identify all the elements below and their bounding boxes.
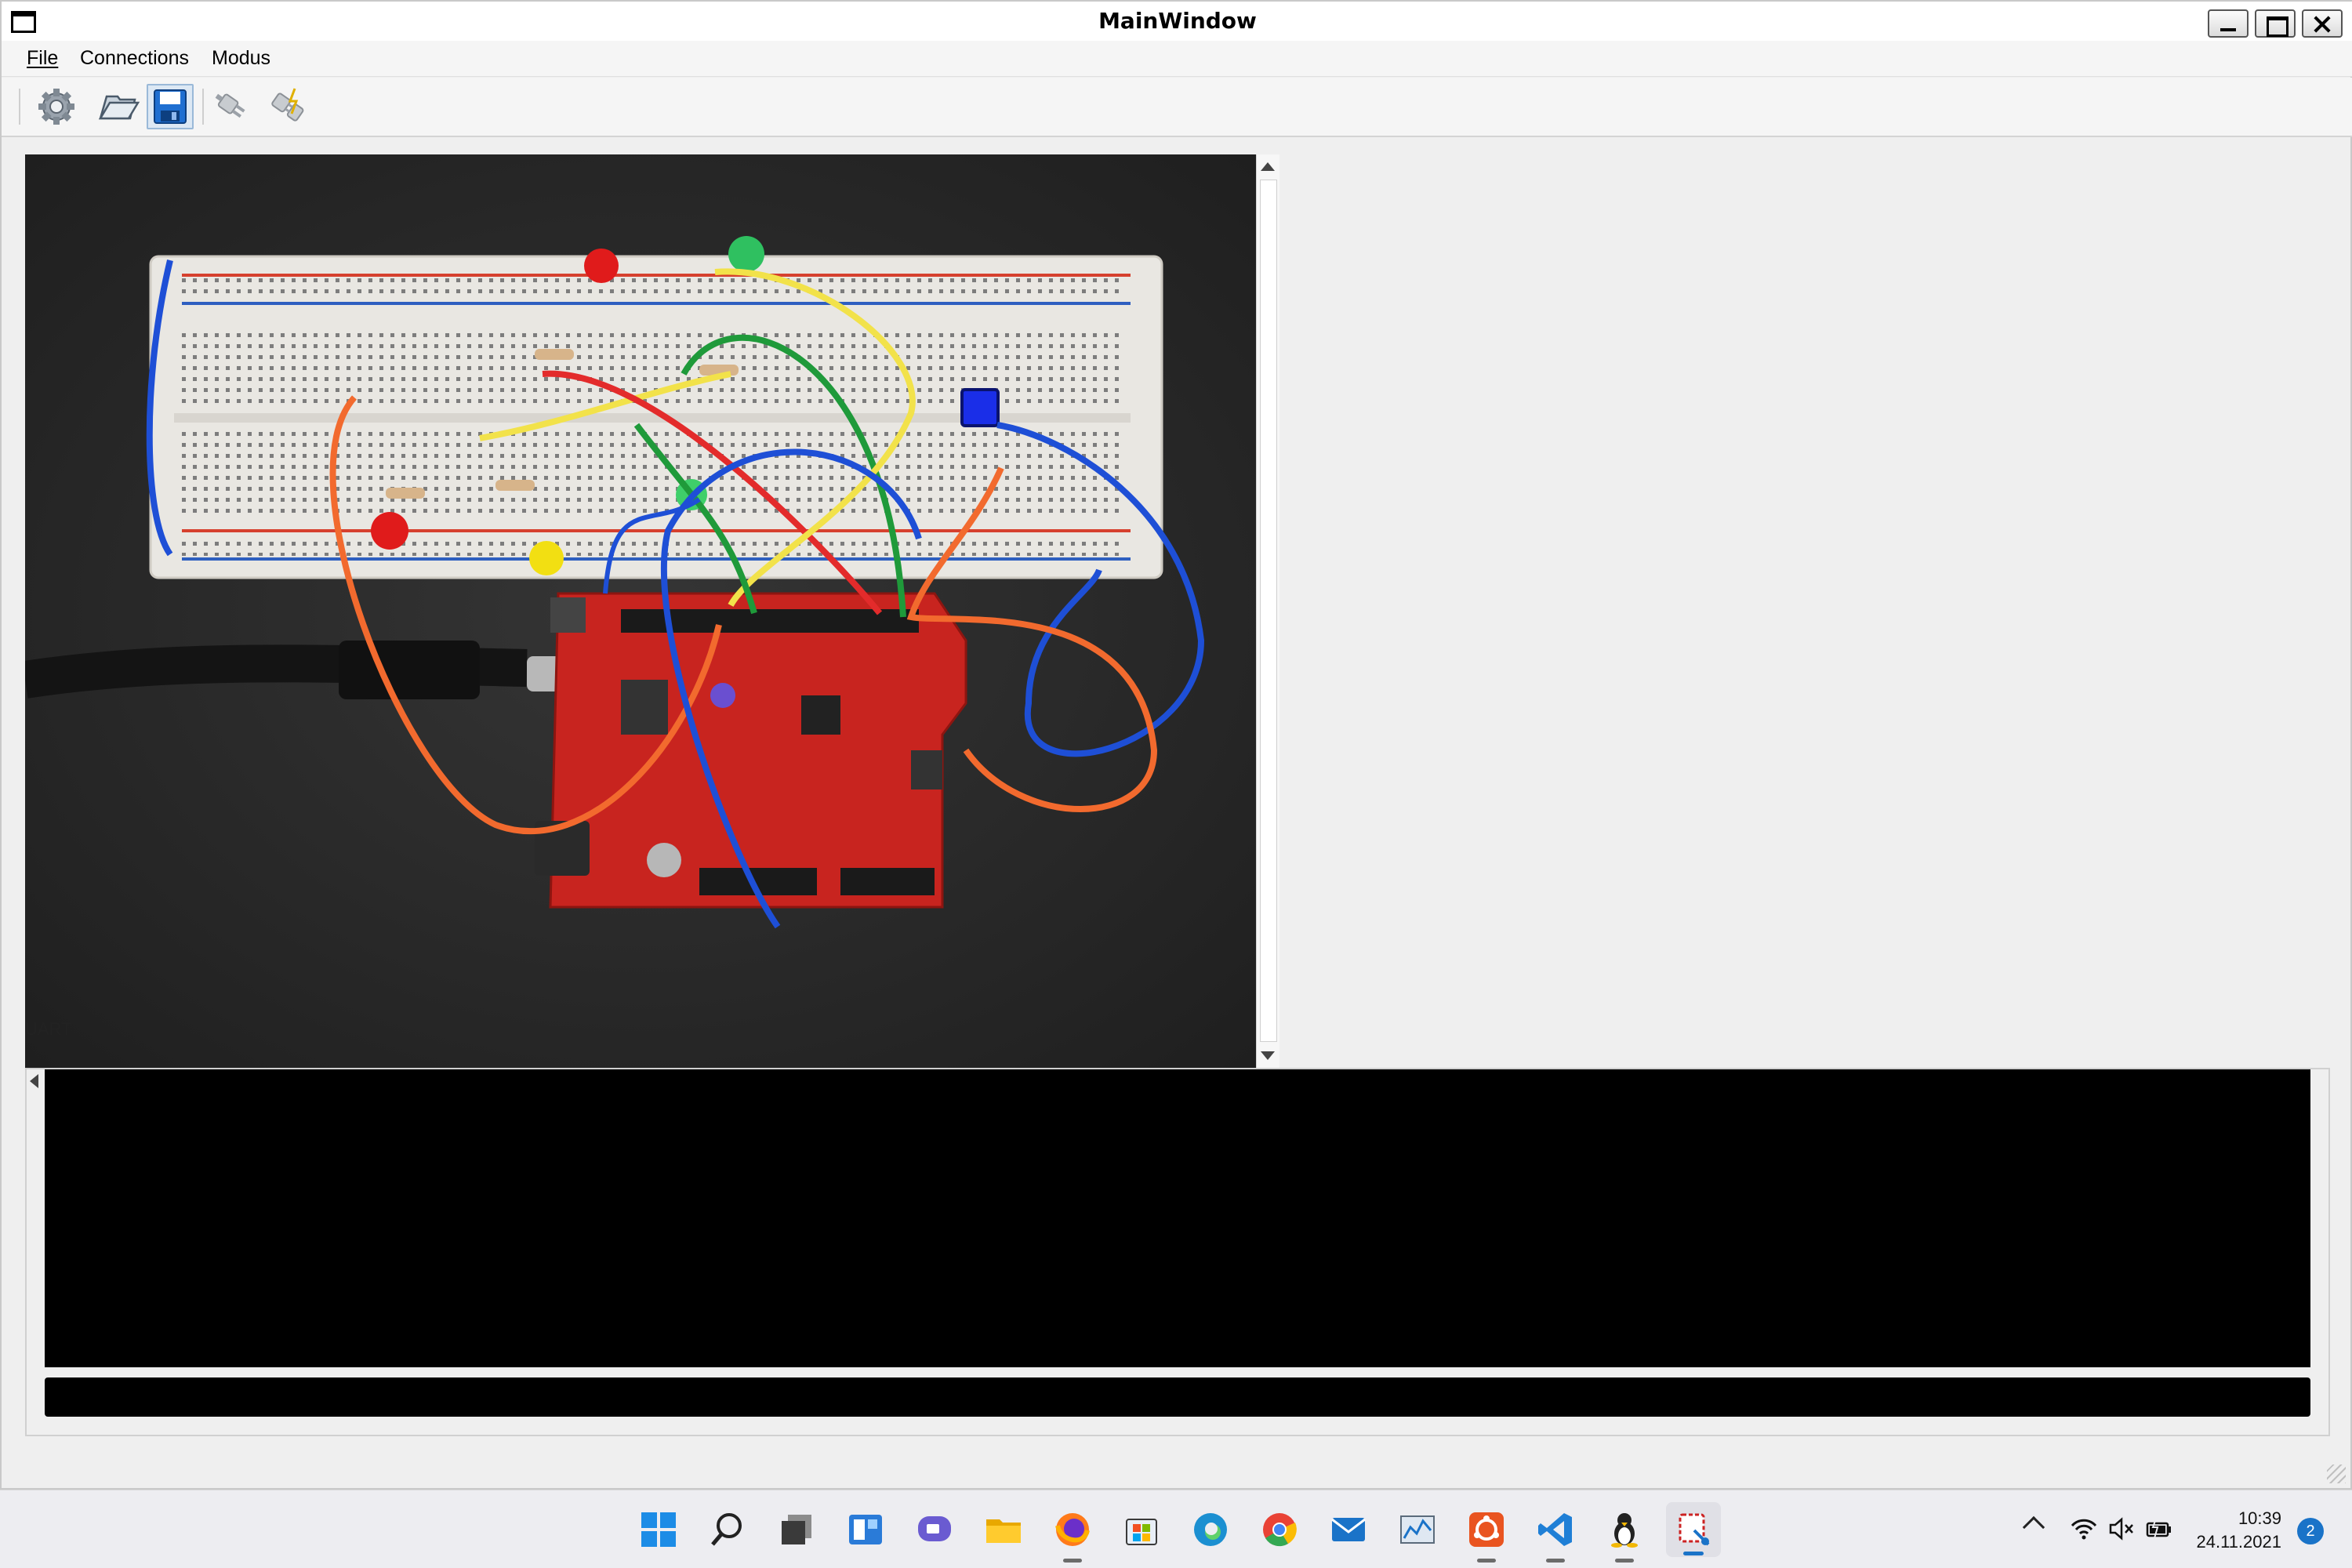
notification-badge[interactable]: 2 — [2297, 1518, 2324, 1544]
window-title: MainWindow — [1098, 8, 1257, 34]
minimize-button[interactable] — [2208, 9, 2249, 38]
uart-label: UART — [25, 1019, 72, 1039]
ubuntu-icon[interactable] — [1465, 1508, 1508, 1563]
teams-chat-icon[interactable] — [913, 1508, 956, 1552]
clock-time[interactable]: 10:39 — [2195, 1508, 2281, 1529]
title-bar[interactable]: MainWindow — [2, 2, 2352, 41]
file-explorer-icon[interactable] — [982, 1508, 1025, 1552]
resource-monitor-icon[interactable] — [1396, 1508, 1439, 1552]
start-icon[interactable] — [637, 1508, 681, 1552]
breadboard-photo — [25, 154, 1256, 1068]
widgets-icon[interactable] — [844, 1508, 887, 1552]
save-floppy-icon[interactable] — [147, 84, 194, 129]
open-folder-icon[interactable] — [94, 84, 141, 129]
scroll-left-arrow-icon[interactable] — [30, 1074, 38, 1088]
connect-plug-icon[interactable] — [209, 84, 256, 129]
toolbar-grip — [19, 89, 20, 125]
close-button[interactable] — [2302, 9, 2343, 38]
uart-output-console[interactable] — [45, 1069, 2310, 1367]
chrome-icon[interactable] — [1258, 1508, 1301, 1552]
menu-connections[interactable]: Connections — [80, 47, 189, 70]
snipping-tool-icon[interactable] — [1666, 1502, 1721, 1557]
mail-icon[interactable] — [1327, 1508, 1370, 1552]
disconnect-plug-icon[interactable] — [263, 84, 310, 129]
edge-icon[interactable] — [1189, 1508, 1232, 1552]
scroll-thumb[interactable] — [1260, 180, 1277, 1042]
task-view-icon[interactable] — [775, 1508, 818, 1552]
menu-modus[interactable]: Modus — [212, 47, 270, 70]
main-window: MainWindow File Connections Modus UART — [0, 0, 2352, 1490]
vscode-icon[interactable] — [1534, 1508, 1577, 1563]
store-icon[interactable] — [1120, 1508, 1163, 1552]
toolbar-separator — [202, 89, 204, 125]
image-vertical-scrollbar[interactable] — [1256, 154, 1279, 1068]
linux-tux-icon[interactable] — [1602, 1508, 1646, 1563]
volume-muted-icon[interactable] — [2107, 1516, 2136, 1541]
resize-grip[interactable] — [2327, 1465, 2346, 1483]
search-icon[interactable] — [706, 1508, 750, 1552]
scroll-down-arrow-icon[interactable] — [1261, 1051, 1275, 1060]
maximize-button[interactable] — [2255, 9, 2296, 38]
menu-file[interactable]: File — [27, 47, 58, 70]
battery-charging-icon[interactable] — [2145, 1516, 2173, 1541]
scroll-up-arrow-icon[interactable] — [1261, 162, 1275, 171]
toolbar — [2, 78, 2352, 137]
menu-bar: File Connections Modus — [2, 41, 2352, 77]
uart-input-field[interactable] — [45, 1377, 2310, 1417]
wifi-icon[interactable] — [2070, 1516, 2098, 1541]
taskbar — [0, 1490, 2352, 1568]
settings-gear-icon[interactable] — [33, 84, 80, 129]
clock-date[interactable]: 24.11.2021 — [2187, 1532, 2281, 1552]
firefox-icon[interactable] — [1051, 1508, 1094, 1563]
